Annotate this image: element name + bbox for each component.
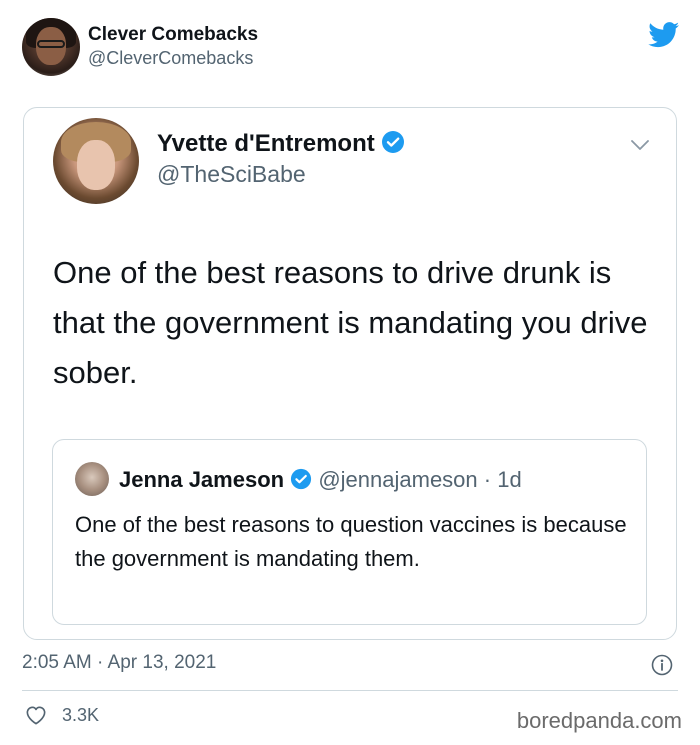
author-handle[interactable]: @TheSciBabe <box>157 161 306 188</box>
verified-badge-icon <box>291 468 312 490</box>
quoted-tweet-text: One of the best reasons to question vacc… <box>75 512 627 571</box>
quoted-tweet-age: · 1d <box>483 467 522 492</box>
quoted-author-line: Jenna Jameson @jennajameson · 1d <box>119 467 522 493</box>
heart-icon[interactable] <box>25 705 47 725</box>
quoted-tweet[interactable]: Jenna Jameson @jennajameson · 1d One of … <box>52 439 647 625</box>
author-name-text: Yvette d'Entremont <box>157 130 375 157</box>
divider <box>22 690 678 691</box>
like-count: 3.3K <box>62 705 100 725</box>
info-icon[interactable] <box>651 654 673 676</box>
verified-badge-icon <box>382 131 405 153</box>
quoted-author-name[interactable]: Jenna Jameson <box>119 467 284 492</box>
avatar[interactable] <box>22 18 80 76</box>
embed-header: Clever Comebacks @CleverComebacks <box>22 16 682 78</box>
watermark: boredpanda.com <box>516 708 682 733</box>
quoted-author-handle[interactable]: @jennajameson <box>318 467 477 492</box>
tweet-card[interactable]: Yvette d'Entremont @TheSciBabe One of th… <box>23 107 677 640</box>
chevron-down-icon[interactable] <box>630 138 650 152</box>
twitter-bird-icon[interactable] <box>648 22 680 48</box>
tweet-timestamp[interactable]: 2:05 AM · Apr 13, 2021 <box>22 652 216 674</box>
author-avatar[interactable] <box>53 118 139 204</box>
account-handle[interactable]: @CleverComebacks <box>88 48 253 69</box>
author-name[interactable]: Yvette d'Entremont <box>157 130 405 158</box>
quoted-author-avatar[interactable] <box>75 462 109 496</box>
tweet-text: One of the best reasons to drive drunk i… <box>53 255 648 390</box>
account-name[interactable]: Clever Comebacks <box>88 24 258 46</box>
